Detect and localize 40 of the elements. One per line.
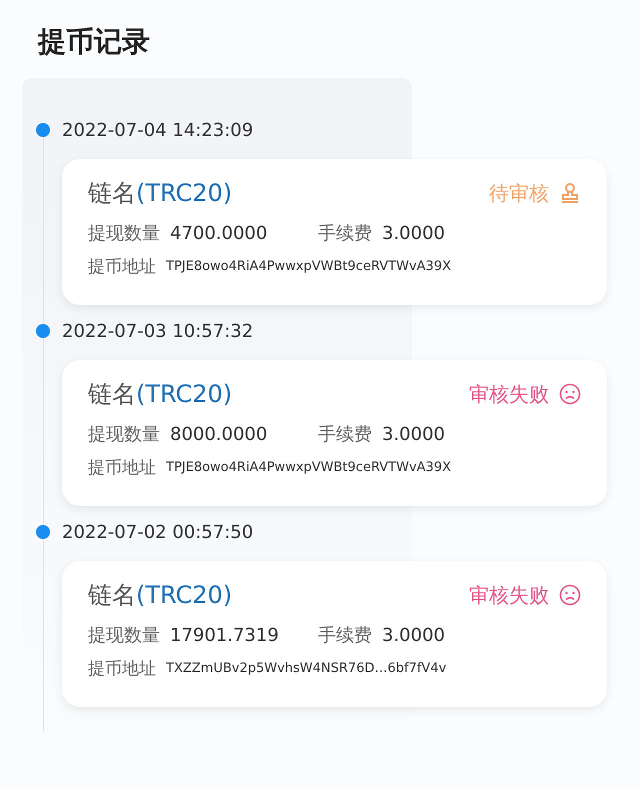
chain-name: (TRC20) — [136, 179, 232, 207]
record-time: 2022-07-03 10:57:32 — [62, 320, 254, 342]
amount-value: 8000.0000 — [170, 424, 268, 444]
sad-face-icon — [559, 383, 581, 405]
amount-label: 提现数量 — [88, 624, 160, 647]
chain-name: (TRC20) — [136, 581, 232, 609]
timeline-dot — [36, 123, 50, 137]
page-title: 提币记录 — [38, 24, 151, 60]
record-time: 2022-07-02 00:57:50 — [62, 522, 254, 542]
fee-value: 3.0000 — [382, 424, 445, 444]
timeline-dot — [36, 525, 50, 539]
fee-label: 手续费 — [318, 222, 372, 245]
chain-label: 链名 — [88, 380, 136, 408]
status-text: 审核失败 — [469, 380, 549, 408]
amount-value: 4700.0000 — [170, 222, 268, 244]
amount-label: 提现数量 — [88, 423, 160, 446]
address-value: TXZZmUBv2p5WvhsW4NSR76D…6bf7fV4v — [166, 661, 446, 676]
fee-value: 3.0000 — [382, 624, 445, 646]
timeline-dot — [36, 324, 50, 338]
address-value: TPJE8owo4RiA4PwwxpVWBt9ceRVTWvA39X — [166, 259, 451, 274]
record-card[interactable]: 链名(TRC20) 审核失败 提现数量 8000.0000 手续费 3.0000 提币地址 TPJE8owo4RiA4PwwxpVWBt9ceRVTWvA39X — [62, 360, 607, 506]
status-text: 待审核 — [489, 180, 549, 206]
address-value: TPJE8owo4RiA4PwwxpVWBt9ceRVTWvA39X — [166, 460, 451, 475]
address-label: 提币地址 — [88, 256, 156, 278]
sad-face-icon — [559, 584, 581, 606]
record-time: 2022-07-04 14:23:09 — [62, 120, 254, 140]
address-label: 提币地址 — [88, 658, 156, 680]
fee-value: 3.0000 — [382, 222, 445, 244]
record-card[interactable]: 链名(TRC20) 待审核 提现数量 4700.0000 手续费 3.0000 提币地址 TPJE8owo4RiA4PwwxpVWBt9ceRVTWvA39X — [62, 159, 607, 305]
chain-label: 链名 — [88, 179, 136, 207]
record-card[interactable]: 链名(TRC20) 审核失败 提现数量 17901.7319 手续费 3.0000 提币地址 TXZZmUBv2p5WvhsW4NSR76D…6bf7fV4v — [62, 561, 607, 707]
status-text: 审核失败 — [469, 582, 549, 608]
fee-label: 手续费 — [318, 423, 372, 446]
fee-label: 手续费 — [318, 624, 372, 647]
address-label: 提币地址 — [88, 457, 156, 479]
chain-label: 链名 — [88, 581, 136, 609]
stamp-icon — [559, 182, 581, 204]
amount-label: 提现数量 — [88, 222, 160, 245]
amount-value: 17901.7319 — [170, 624, 280, 646]
chain-name: (TRC20) — [136, 380, 232, 408]
